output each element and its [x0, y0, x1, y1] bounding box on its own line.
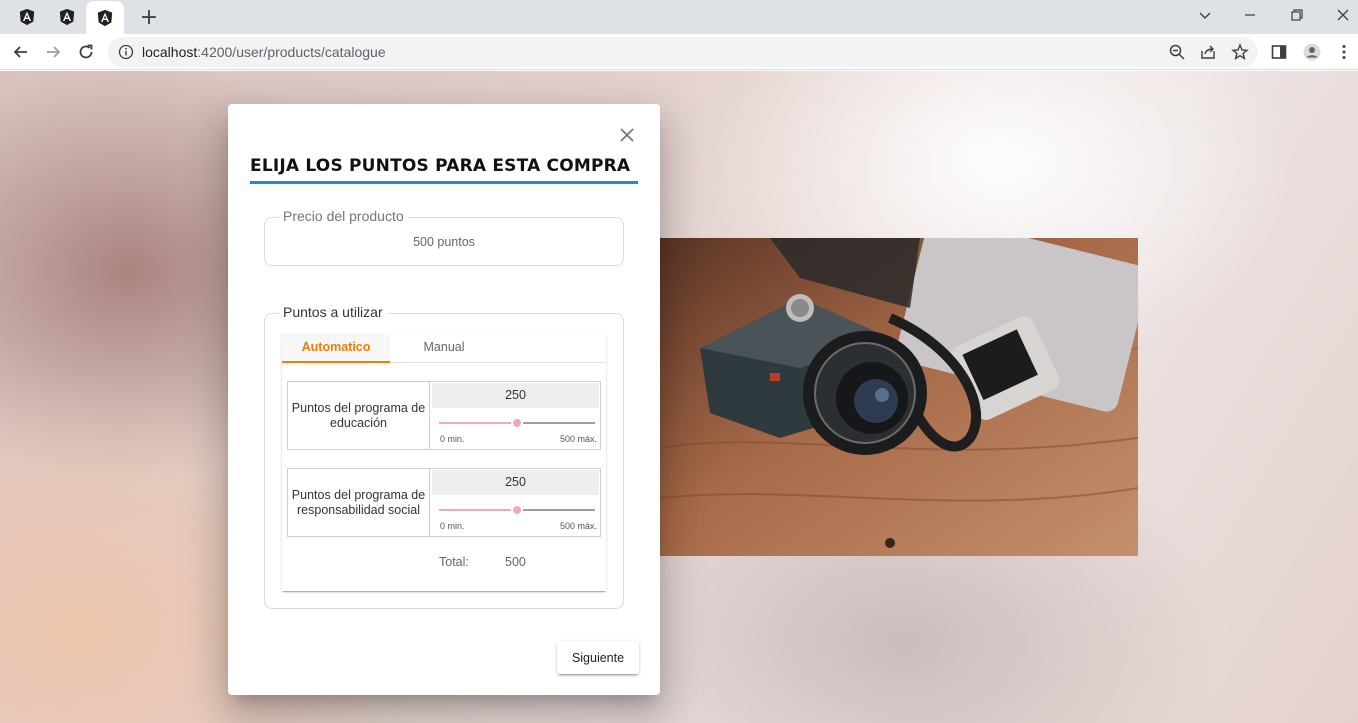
row-label: Puntos del programa de educación [288, 382, 430, 449]
url-text[interactable]: localhost:4200/user/products/catalogue [142, 44, 386, 60]
title-underline [250, 181, 638, 184]
points-row-social: Puntos del programa de responsabilidad s… [287, 468, 601, 537]
slider-track-active [439, 509, 511, 511]
points-dialog: ELIJA LOS PUNTOS PARA ESTA COMPRA Precio… [228, 104, 660, 695]
next-button[interactable]: Siguiente [557, 641, 639, 674]
points-slider[interactable] [439, 418, 595, 428]
slider-thumb[interactable] [513, 506, 521, 514]
url-path: :4200/user/products/catalogue [197, 44, 386, 60]
slider-max-label: 500 máx. [559, 521, 597, 531]
points-slider[interactable] [439, 505, 595, 515]
page-background [0, 71, 1358, 723]
back-button[interactable] [7, 38, 35, 66]
star-icon[interactable] [1231, 43, 1249, 61]
profile-button[interactable] [1298, 38, 1326, 66]
points-tab-group: Automatico Manual [282, 334, 606, 363]
tab-manual[interactable]: Manual [390, 334, 498, 363]
reload-icon [79, 44, 93, 59]
price-fieldset: Precio del producto 500 puntos [264, 208, 624, 266]
product-image [660, 238, 1138, 556]
side-panel-button[interactable] [1265, 38, 1293, 66]
points-card: Automatico Manual Puntos del programa de… [282, 334, 606, 591]
restore-button[interactable] [1275, 0, 1319, 30]
address-bar[interactable]: localhost:4200/user/products/catalogue [108, 37, 1258, 67]
camera-photo-illustration [660, 238, 1138, 556]
slider-min-label: 0 min. [440, 521, 465, 531]
row-label: Puntos del programa de responsabilidad s… [288, 469, 430, 536]
price-legend: Precio del producto [279, 208, 408, 224]
points-value-field[interactable]: 250 [432, 383, 599, 408]
points-legend: Puntos a utilizar [279, 304, 387, 320]
total-value: 500 [505, 555, 526, 569]
minimize-button[interactable] [1228, 0, 1272, 30]
minimize-icon [1245, 14, 1255, 16]
dialog-title: ELIJA LOS PUNTOS PARA ESTA COMPRA [250, 156, 631, 176]
slider-track-active [439, 422, 511, 424]
info-icon[interactable] [118, 44, 134, 60]
angular-icon [97, 9, 113, 26]
row-control: 250 0 min. 500 máx. [431, 469, 600, 536]
slider-max-label: 500 máx. [559, 434, 597, 444]
close-icon [1337, 9, 1349, 21]
zoom-icon[interactable] [1168, 43, 1186, 61]
browser-tab-strip: + [0, 0, 1358, 34]
points-row-education: Puntos del programa de educación 250 0 m… [287, 381, 601, 450]
new-tab-button[interactable]: + [136, 4, 162, 30]
points-value-field[interactable]: 250 [432, 470, 599, 495]
close-dialog-icon[interactable] [618, 126, 636, 144]
row-control: 250 0 min. 500 máx. [431, 382, 600, 449]
url-host: localhost [142, 44, 198, 60]
browser-tab-3-active[interactable] [86, 1, 124, 34]
tab-search-button[interactable] [1183, 0, 1227, 30]
menu-button[interactable] [1330, 38, 1358, 66]
browser-toolbar: localhost:4200/user/products/catalogue [0, 34, 1358, 70]
angular-icon [19, 8, 35, 26]
slider-thumb[interactable] [513, 419, 521, 427]
angular-icon [59, 8, 75, 26]
tab-automatico[interactable]: Automatico [282, 334, 390, 363]
slider-track-rest [523, 422, 595, 424]
close-window-button[interactable] [1321, 0, 1358, 30]
chevron-down-icon [1199, 12, 1211, 19]
browser-tab-2[interactable] [48, 0, 86, 34]
kebab-menu-icon [1342, 45, 1346, 59]
arrow-right-icon [47, 46, 61, 58]
slider-min-label: 0 min. [440, 434, 465, 444]
arrow-left-icon [13, 46, 27, 58]
side-panel-icon [1271, 45, 1287, 59]
restore-icon [1291, 9, 1303, 21]
share-icon[interactable] [1199, 43, 1217, 61]
reload-button[interactable] [72, 38, 100, 66]
price-value: 500 puntos [413, 235, 475, 249]
avatar-icon [1303, 43, 1321, 61]
browser-tab-1[interactable] [8, 0, 46, 34]
total-label: Total: [439, 555, 469, 569]
slider-track-rest [523, 509, 595, 511]
forward-button[interactable] [39, 38, 67, 66]
